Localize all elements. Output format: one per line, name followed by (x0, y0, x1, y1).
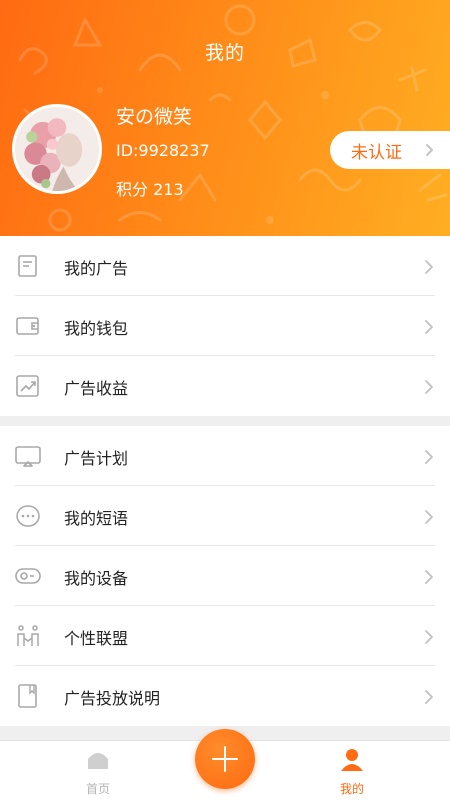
profile-header: 我的 安の微笑 ID:9928237 积分 213 未认证 (0, 0, 450, 236)
menu-item-my-phrases[interactable]: 我的短语 (0, 486, 450, 546)
tab-profile[interactable]: 我的 (317, 747, 387, 797)
menu-item-label: 广告收益 (64, 379, 129, 398)
menu-item-label: 个性联盟 (64, 629, 129, 648)
home-icon (88, 753, 108, 769)
app-root: 我的 安の微笑 ID:9928237 积分 213 未认证 我的广告 我的钱包 … (0, 0, 450, 800)
device-icon (15, 568, 41, 584)
alliance-icon (17, 625, 39, 646)
menu-item-label: 我的短语 (64, 509, 129, 528)
plus-icon (212, 746, 238, 772)
menu-item-ad-placement-guide[interactable]: 广告投放说明 (0, 666, 450, 726)
chevron-right-icon (425, 510, 433, 524)
avatar[interactable] (12, 104, 102, 194)
menu-group-ads: 广告计划 我的短语 我的设备 个性联盟 广告投放说明 (0, 426, 450, 726)
tab-home[interactable]: 首页 (63, 747, 133, 797)
avatar-image (15, 107, 99, 191)
menu-item-my-wallet[interactable]: 我的钱包 (0, 296, 450, 356)
monitor-icon (15, 446, 41, 467)
user-points: 积分 213 (116, 180, 184, 199)
menu-item-label: 我的设备 (64, 569, 129, 588)
wallet-icon (16, 317, 39, 335)
trend-chart-icon (16, 375, 39, 397)
menu-item-my-devices[interactable]: 我的设备 (0, 546, 450, 606)
menu-item-label: 我的广告 (64, 259, 129, 278)
certification-button[interactable]: 未认证 (330, 131, 450, 169)
chevron-right-icon (425, 450, 433, 464)
menu-item-personal-alliance[interactable]: 个性联盟 (0, 606, 450, 666)
menu-item-ad-plan[interactable]: 广告计划 (0, 426, 450, 486)
tab-home-label: 首页 (85, 782, 110, 796)
menu-item-label: 广告投放说明 (64, 689, 161, 708)
chevron-right-icon (426, 144, 433, 156)
certification-label: 未认证 (351, 142, 402, 163)
menu-item-ad-revenue[interactable]: 广告收益 (0, 356, 450, 416)
chevron-right-icon (425, 260, 433, 274)
chevron-right-icon (425, 570, 433, 584)
menu-item-label: 我的钱包 (64, 319, 129, 338)
chevron-right-icon (425, 690, 433, 704)
menu-group-account: 我的广告 我的钱包 广告收益 (0, 236, 450, 416)
user-icon (341, 749, 363, 771)
tab-profile-label: 我的 (339, 782, 364, 796)
username: 安の微笑 (116, 106, 193, 128)
chevron-right-icon (425, 630, 433, 644)
book-icon (18, 684, 37, 708)
menu-item-label: 广告计划 (64, 449, 129, 468)
chat-bubble-icon (16, 505, 40, 527)
add-button[interactable] (195, 729, 255, 789)
chevron-right-icon (425, 320, 433, 334)
chevron-right-icon (425, 380, 433, 394)
page-title: 我的 (204, 42, 245, 64)
document-icon (18, 255, 37, 277)
user-id: ID:9928237 (116, 141, 210, 160)
menu-item-my-ads[interactable]: 我的广告 (0, 236, 450, 296)
